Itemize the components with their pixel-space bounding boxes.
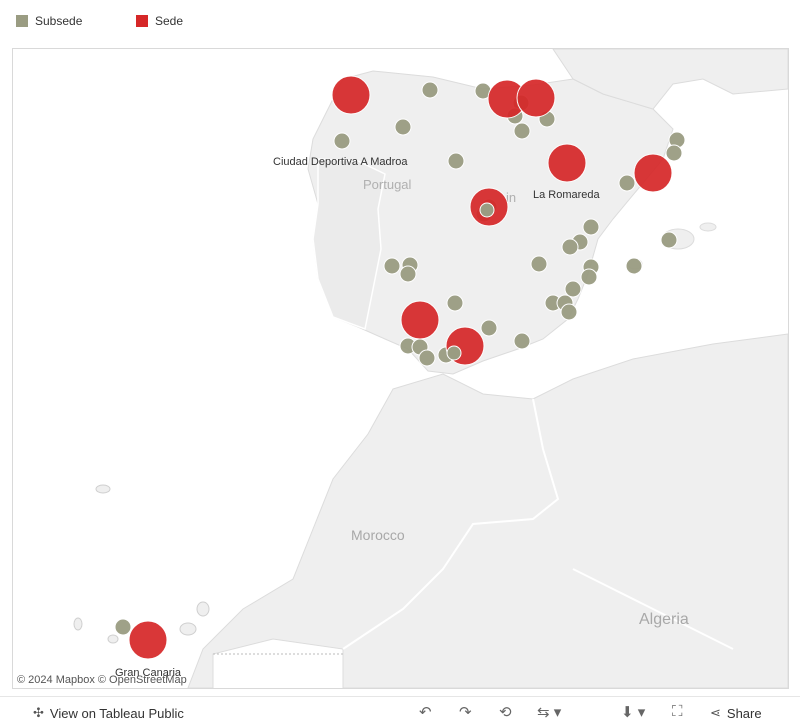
land-canary-2 [196,601,210,617]
legend-item-sede[interactable]: Sede [136,14,183,28]
map-view[interactable]: Portugal in Morocco Algeria Ciudad Depor… [12,48,789,689]
subsede-marker[interactable] [513,122,531,140]
land-canary-3 [73,617,83,631]
subsede-marker[interactable] [418,349,436,367]
label-venue-coruna: Ciudad Deportiva A Madroa [273,156,408,168]
legend-label-subsede: Subsede [35,14,83,28]
label-portugal: Portugal [363,177,412,192]
subsede-marker[interactable] [561,238,579,256]
subsede-marker[interactable] [580,268,598,286]
land-canary-1 [95,484,111,494]
legend-item-subsede[interactable]: Subsede [16,14,82,28]
subsede-marker[interactable] [660,231,678,249]
map-attribution[interactable]: © 2024 Mapbox © OpenStreetMap [17,674,187,686]
undo-icon[interactable]: ↶ [419,703,432,721]
subsede-marker[interactable] [513,332,531,350]
share-button[interactable]: ⋖ Share [710,705,762,721]
refresh-icon[interactable]: ⇆ ▾ [537,703,561,721]
legend-swatch-sede [136,15,148,27]
subsede-marker[interactable] [114,618,132,636]
subsede-marker[interactable] [447,152,465,170]
label-algeria: Algeria [639,611,689,628]
subsede-marker[interactable] [399,265,417,283]
tableau-logo-icon: ✣ [33,705,44,720]
sede-marker[interactable] [331,75,371,115]
view-on-tableau-link[interactable]: ✣ View on Tableau Public [33,705,184,721]
label-venue-zaragoza: La Romareda [533,189,601,201]
map-canvas[interactable]: Portugal in Morocco Algeria Ciudad Depor… [13,49,788,688]
redo-icon[interactable]: ↷ [459,703,472,721]
subsede-marker[interactable] [582,218,600,236]
subsede-marker[interactable] [394,118,412,136]
subsede-marker[interactable] [421,81,439,99]
view-on-tableau-label: View on Tableau Public [49,705,184,721]
sede-marker[interactable] [516,78,556,118]
sede-marker[interactable] [547,143,587,183]
subsede-marker[interactable] [665,144,683,162]
subsede-marker[interactable] [480,319,498,337]
subsede-marker[interactable] [446,294,464,312]
subsede-marker[interactable] [560,303,578,321]
legend-swatch-subsede [16,15,28,27]
subsede-marker[interactable] [618,174,636,192]
revert-icon[interactable]: ⟲ [499,703,512,721]
subsede-marker[interactable] [333,132,351,150]
share-label: Share [726,705,762,721]
map-legend: Subsede Sede [0,0,800,44]
subsede-marker[interactable] [625,257,643,275]
subsede-marker[interactable] [446,345,462,361]
download-icon[interactable]: ⬇ ▾ [621,703,645,721]
land-canary-5 [179,622,197,636]
fullscreen-icon[interactable]: ⛶ [672,703,683,720]
tableau-toolbar: ✣ View on Tableau Public ↶ ↷ ⟲ ⇆ ▾ ⬇ ▾ ⛶… [0,696,800,728]
subsede-marker[interactable] [383,257,401,275]
sede-marker[interactable] [633,153,673,193]
sede-marker[interactable] [128,620,168,660]
subsede-marker[interactable] [530,255,548,273]
label-morocco: Morocco [351,527,405,543]
sede-marker[interactable] [400,300,440,340]
subsede-marker[interactable] [564,280,582,298]
land-canary-4 [107,634,119,644]
subsede-marker[interactable] [479,202,495,218]
land-north-africa [187,333,788,688]
land-menorca [699,222,717,232]
share-icon: ⋖ [710,705,721,720]
legend-label-sede: Sede [155,14,184,28]
